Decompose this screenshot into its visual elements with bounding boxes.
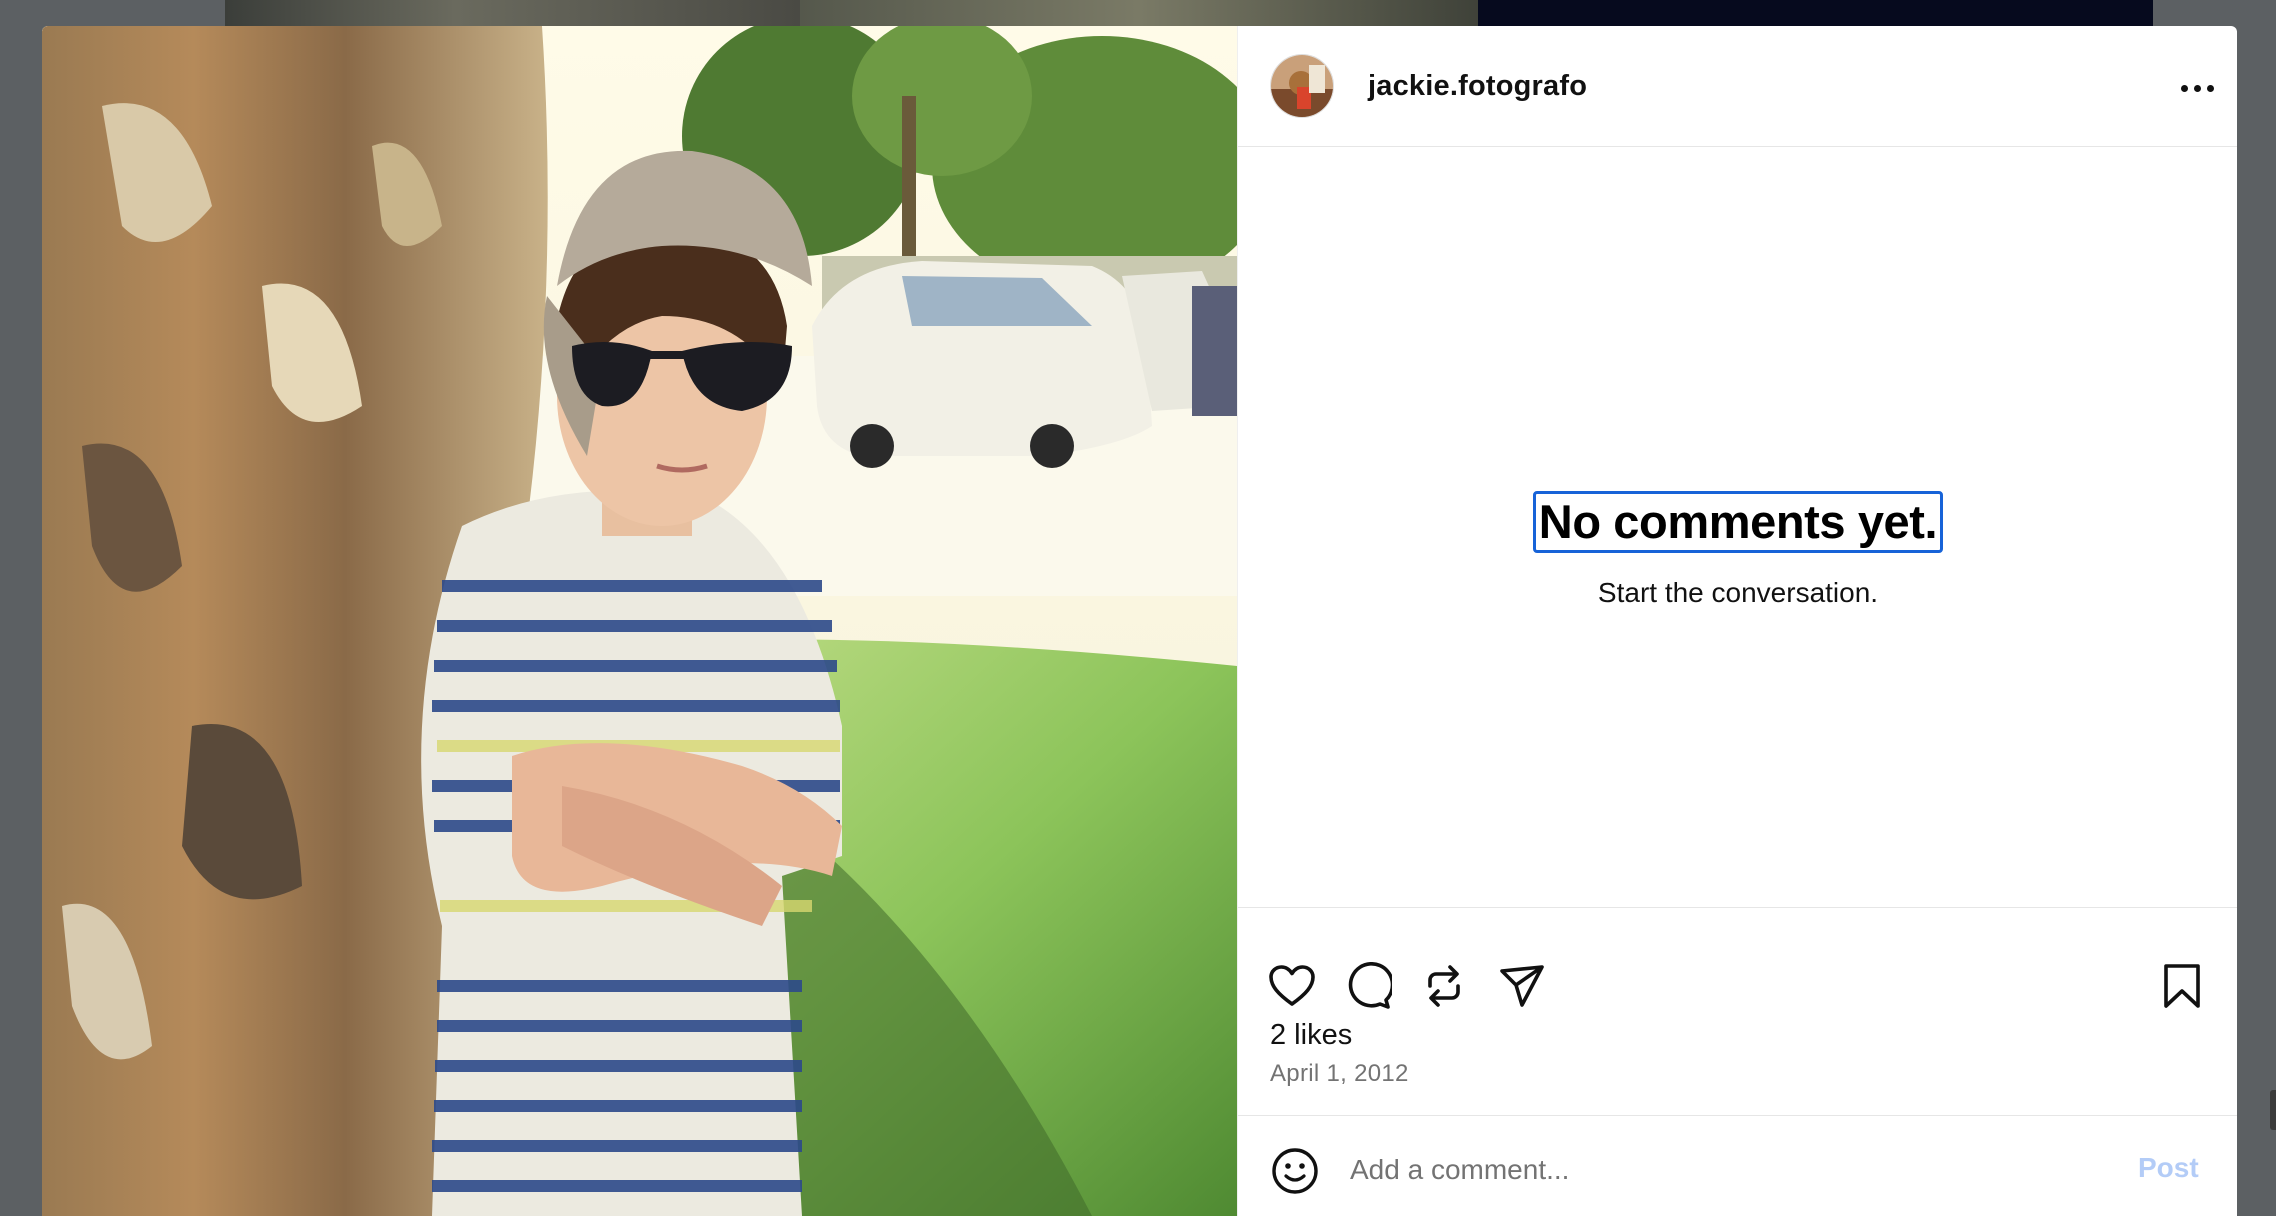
more-options-button[interactable]: [2173, 70, 2221, 106]
post-header: jackie.fotografo: [1238, 26, 2237, 147]
background-scroll-handle: [2270, 1090, 2276, 1130]
empty-comments-subtitle: Start the conversation.: [1597, 577, 1879, 608]
empty-comments-title: No comments yet.: [1238, 491, 2237, 553]
parked-car: [812, 261, 1152, 468]
dot-icon: [2180, 84, 2188, 92]
share-icon: [1500, 965, 1544, 1007]
like-button[interactable]: [1266, 960, 1318, 1012]
comment-input[interactable]: [1350, 1142, 2050, 1198]
post-photo[interactable]: [42, 26, 1237, 1216]
background-thumbnail: [1478, 0, 2153, 26]
empty-comments-title-text: No comments yet.: [1532, 491, 1944, 553]
dot-icon: [2206, 84, 2214, 92]
bookmark-icon: [2164, 964, 2200, 1008]
share-button[interactable]: [1496, 960, 1548, 1012]
post-modal: jackie.fotografo No comments yet. Start …: [42, 26, 2237, 1216]
save-button[interactable]: [2156, 960, 2208, 1012]
post-comment-button[interactable]: Post: [2138, 1152, 2199, 1184]
background-thumbnail: [800, 0, 1478, 26]
emoji-icon: [1272, 1148, 1318, 1194]
avatar-image: [1271, 55, 1333, 117]
comments-area: No comments yet. Start the conversation.: [1238, 147, 2237, 907]
photo-illustration: [42, 26, 1237, 1216]
repost-button[interactable]: [1418, 960, 1470, 1012]
post-date[interactable]: April 1, 2012: [1270, 1060, 1409, 1088]
comment-button[interactable]: [1342, 960, 1394, 1012]
dot-icon: [2193, 84, 2201, 92]
username[interactable]: jackie.fotografo: [1368, 70, 1587, 103]
repost-icon: [1428, 965, 1460, 1007]
post-actions: 2 likes April 1, 2012: [1238, 907, 2237, 1147]
background-thumbnail: [225, 0, 800, 26]
post-details-panel: jackie.fotografo No comments yet. Start …: [1237, 26, 2237, 1216]
heart-icon: [1269, 965, 1315, 1006]
comment-icon: [1348, 962, 1392, 1009]
emoji-button[interactable]: [1270, 1146, 1320, 1196]
likes-count[interactable]: 2 likes: [1270, 1019, 1352, 1052]
comment-composer: Post: [1238, 1115, 2237, 1216]
avatar[interactable]: [1270, 54, 1334, 118]
